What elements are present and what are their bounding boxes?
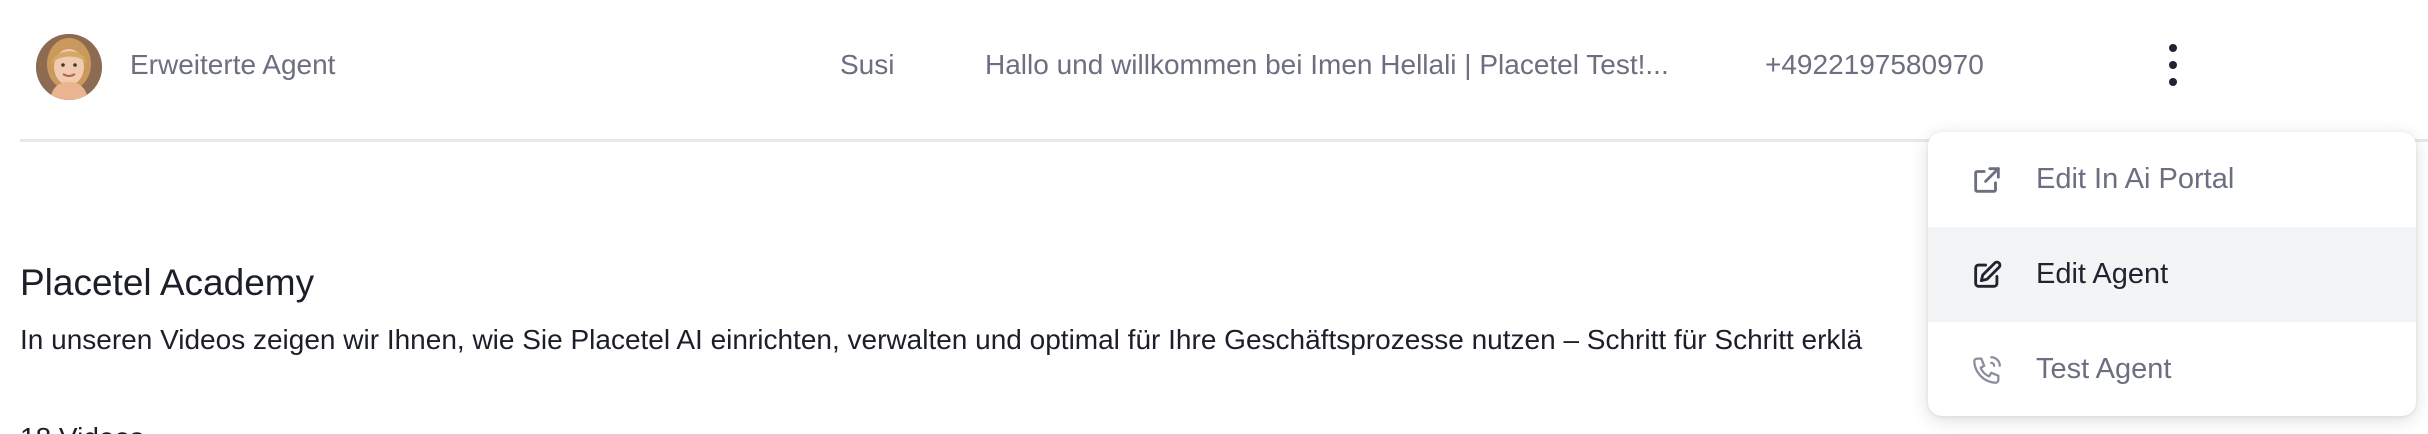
menu-item-label: Edit In Ai Portal [2036,163,2235,195]
academy-description: In unseren Videos zeigen wir Ihnen, wie … [20,324,1863,355]
external-link-icon [1974,167,2000,193]
menu-item-label: Edit Agent [2036,258,2169,290]
agent-greeting: Hallo und willkommen bei Imen Hellali | … [985,49,1669,80]
agent-row[interactable]: Erweiterte Agent Susi Hallo und willkomm… [0,0,2428,140]
menu-item-edit-agent[interactable]: Edit Agent [1928,227,2416,322]
phone-call-icon [1973,356,2001,384]
agent-phone-number: +4922197580970 [1765,49,1984,80]
agent-actions-menu: Edit In Ai Portal Edit Agent Test Agent [1928,132,2416,416]
menu-item-label: Test Agent [2036,353,2172,385]
edit-icon [1974,260,2002,288]
avatar [36,34,102,100]
kebab-dot [2169,44,2177,52]
academy-title: Placetel Academy [20,262,315,303]
avatar-photo-icon [36,34,102,100]
agent-voice: Susi [840,49,895,80]
page: Erweiterte Agent Susi Hallo und willkomm… [0,0,2428,434]
menu-item-edit-in-ai-portal[interactable]: Edit In Ai Portal [1928,132,2416,227]
menu-item-test-agent[interactable]: Test Agent [1928,322,2416,416]
kebab-menu-icon[interactable] [2157,40,2189,90]
agent-name: Erweiterte Agent [130,49,336,80]
kebab-dot [2169,61,2177,69]
academy-videos-count: 18 Videos [20,422,144,434]
kebab-dot [2169,78,2177,86]
